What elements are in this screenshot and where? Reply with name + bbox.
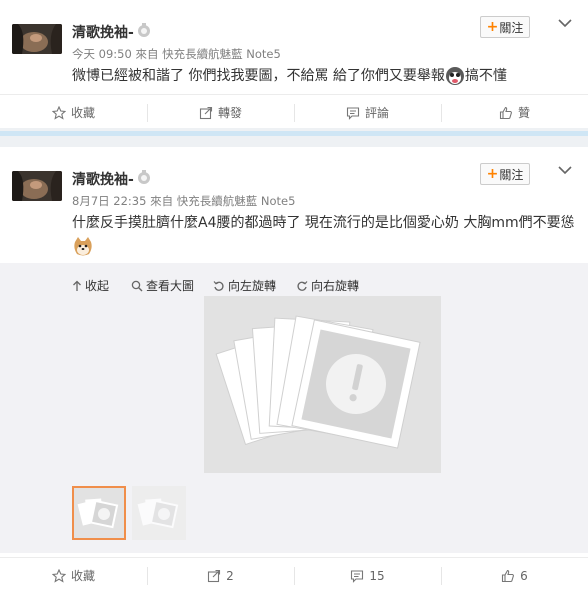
thumbs-up-icon bbox=[502, 569, 515, 582]
like-count: 6 bbox=[520, 568, 528, 583]
collapse-button[interactable]: 收起 bbox=[72, 277, 109, 294]
broken-image-large[interactable] bbox=[204, 296, 441, 473]
rotate-right-icon bbox=[297, 280, 308, 291]
user-name[interactable]: 清歌挽袖- bbox=[72, 169, 134, 189]
favorite-button[interactable]: 收藏 bbox=[0, 566, 147, 586]
rotate-left-icon bbox=[213, 280, 224, 291]
repost-button[interactable]: 2 bbox=[147, 566, 294, 586]
favorite-label: 收藏 bbox=[70, 106, 95, 120]
image-thumbnail-2[interactable] bbox=[132, 486, 186, 540]
comment-button[interactable]: 15 bbox=[294, 566, 441, 586]
image-thumbnail-1[interactable] bbox=[72, 486, 126, 540]
like-button[interactable]: 6 bbox=[441, 566, 588, 586]
feed-separator bbox=[0, 128, 588, 147]
post-meta: 今天 09:50 來自 快充長續航魅藍 Note5 bbox=[72, 47, 281, 61]
plus-icon: + bbox=[486, 19, 499, 35]
favorite-button[interactable]: 收藏 bbox=[0, 103, 147, 123]
comment-label: 評論 bbox=[364, 106, 389, 120]
post-text-part-a: 微博已經被和諧了 你們找我要圖，不給罵 給了你們又要舉報 bbox=[72, 68, 445, 84]
follow-label: 關注 bbox=[499, 167, 524, 182]
comment-icon bbox=[351, 569, 364, 583]
plus-icon: + bbox=[486, 166, 499, 182]
post-meta: 8月7日 22:35 來自 快充長續航魅藍 Note5 bbox=[72, 194, 296, 208]
action-bar: 收藏 2 15 6 bbox=[0, 557, 588, 592]
post-text: 微博已經被和諧了 你們找我要圖，不給罵 給了你們又要舉報 搞不懂 bbox=[72, 66, 507, 86]
chevron-down-icon[interactable] bbox=[556, 14, 574, 32]
collapse-arrow-icon bbox=[73, 280, 81, 291]
chevron-down-icon[interactable] bbox=[556, 161, 574, 179]
post-text: 什麼反手摸肚臍什麼A4腰的都過時了 現在流行的是比個愛心奶 大胸mm們不要慫 bbox=[72, 215, 575, 231]
view-large-button[interactable]: 查看大圖 bbox=[131, 277, 194, 294]
star-icon bbox=[51, 105, 66, 120]
star-icon bbox=[51, 568, 66, 583]
like-label: 贊 bbox=[517, 106, 530, 120]
collapse-label: 收起 bbox=[85, 279, 110, 293]
repost-label: 轉發 bbox=[217, 106, 242, 120]
shiba-emoji-icon bbox=[74, 237, 92, 256]
view-large-label: 查看大圖 bbox=[146, 279, 195, 293]
media-viewer: 收起 查看大圖 向左旋轉 向右旋轉 bbox=[0, 263, 588, 553]
comment-count: 15 bbox=[369, 568, 385, 583]
comment-icon bbox=[346, 106, 360, 120]
husky-emoji-icon bbox=[445, 67, 464, 85]
avatar[interactable] bbox=[12, 24, 62, 54]
rotate-right-button[interactable]: 向右旋轉 bbox=[296, 277, 359, 294]
repost-icon bbox=[208, 569, 221, 582]
vip-badge-icon bbox=[138, 23, 150, 37]
like-button[interactable]: 贊 bbox=[441, 103, 588, 123]
follow-label: 關注 bbox=[499, 20, 524, 35]
broken-image-icon bbox=[74, 488, 124, 538]
repost-count: 2 bbox=[226, 568, 234, 583]
thumbs-up-icon bbox=[499, 106, 512, 119]
favorite-label: 收藏 bbox=[70, 569, 95, 583]
follow-button[interactable]: + 關注 bbox=[480, 163, 530, 185]
rotate-right-label: 向右旋轉 bbox=[311, 279, 360, 293]
feed-post-1: 清歌挽袖- 今天 09:50 來自 快充長續航魅藍 Note5 + 關注 微博已… bbox=[0, 0, 588, 128]
user-name[interactable]: 清歌挽袖- bbox=[72, 22, 134, 42]
follow-button[interactable]: + 關注 bbox=[480, 16, 530, 38]
avatar[interactable] bbox=[12, 171, 62, 201]
magnifier-icon bbox=[131, 280, 143, 291]
broken-image-icon bbox=[204, 296, 441, 473]
action-bar: 收藏 轉發 評論 贊 bbox=[0, 94, 588, 130]
vip-badge-icon bbox=[138, 170, 150, 184]
feed-post-2: 清歌挽袖- 8月7日 22:35 來自 快充長續航魅藍 Note5 + 關注 什… bbox=[0, 147, 588, 592]
rotate-left-label: 向左旋轉 bbox=[228, 279, 277, 293]
repost-button[interactable]: 轉發 bbox=[147, 103, 294, 123]
post-text-part-b: 搞不懂 bbox=[464, 68, 507, 84]
repost-icon bbox=[199, 106, 213, 119]
rotate-left-button[interactable]: 向左旋轉 bbox=[213, 277, 276, 294]
comment-button[interactable]: 評論 bbox=[294, 103, 441, 123]
broken-image-icon bbox=[132, 486, 186, 540]
